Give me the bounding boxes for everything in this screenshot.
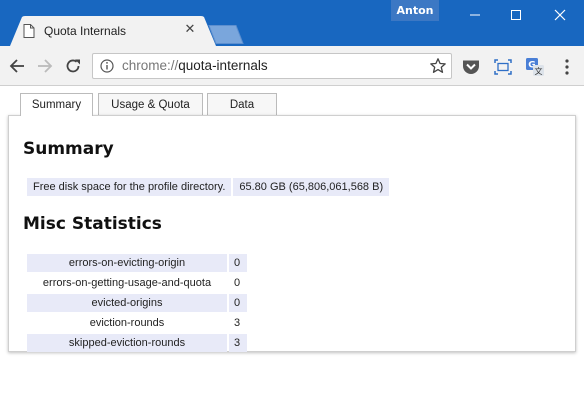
star-icon[interactable] [429, 57, 447, 75]
screen-capture-icon [494, 59, 512, 75]
pocket-button[interactable] [460, 56, 482, 78]
stat-key: errors-on-getting-usage-and-quota [27, 274, 227, 292]
reload-button[interactable] [62, 55, 84, 77]
stat-value: 0 [229, 294, 247, 312]
title-bar: Anton Quota Internals ✕ [0, 0, 584, 46]
stat-key: errors-on-evicting-origin [27, 254, 227, 272]
menu-button[interactable] [556, 56, 578, 78]
maximize-icon [511, 10, 521, 20]
back-button[interactable] [6, 55, 28, 77]
summary-label: Free disk space for the profile director… [27, 178, 232, 196]
screen-capture-button[interactable] [492, 56, 514, 78]
forward-button[interactable] [34, 55, 56, 77]
maximize-button[interactable] [496, 0, 536, 30]
back-arrow-icon [9, 59, 24, 73]
summary-table: Free disk space for the profile director… [25, 176, 391, 198]
table-row: evicted-origins 0 [27, 294, 247, 312]
url-scheme: chrome:// [122, 58, 179, 73]
translate-icon: G 文 [526, 58, 544, 76]
info-icon[interactable] [100, 59, 114, 73]
reload-icon [66, 59, 80, 73]
profile-badge[interactable]: Anton [391, 0, 439, 21]
table-row: errors-on-getting-usage-and-quota 0 [27, 274, 247, 292]
stat-value: 0 [229, 254, 247, 272]
stat-value: 0 [229, 274, 247, 292]
stat-key: evicted-origins [27, 294, 227, 312]
page-icon [23, 24, 35, 38]
table-row: skipped-eviction-rounds 3 [27, 334, 247, 352]
close-window-button[interactable] [540, 0, 580, 30]
forward-arrow-icon [38, 59, 53, 73]
browser-tab-title: Quota Internals [44, 24, 127, 38]
minimize-button[interactable] [455, 0, 495, 30]
stat-key: skipped-eviction-rounds [27, 334, 227, 352]
minimize-icon [470, 14, 480, 16]
tab-data[interactable]: Data [207, 93, 277, 115]
misc-statistics-heading: Misc Statistics [23, 214, 162, 234]
page-content: Summary Usage & Quota Data Summary Free … [0, 86, 584, 398]
new-tab-button[interactable] [208, 25, 244, 44]
stat-key: eviction-rounds [27, 314, 227, 332]
browser-toolbar: chrome://quota-internals G 文 [0, 46, 584, 86]
url-host: quota-internals [178, 58, 268, 73]
tab-summary[interactable]: Summary [20, 93, 93, 116]
table-row: Free disk space for the profile director… [27, 178, 390, 196]
tab-close-button[interactable]: ✕ [182, 22, 198, 38]
kebab-menu-icon [565, 59, 569, 75]
close-icon [554, 9, 566, 21]
stat-value: 3 [229, 314, 247, 332]
table-row: errors-on-evicting-origin 0 [27, 254, 247, 272]
summary-heading: Summary [23, 139, 114, 159]
summary-value: 65.80 GB (65,806,061,568 B) [233, 178, 390, 196]
pocket-icon [463, 60, 479, 74]
stat-value: 3 [229, 334, 247, 352]
tab-usage-and-quota[interactable]: Usage & Quota [98, 93, 203, 115]
address-bar[interactable]: chrome://quota-internals [92, 53, 452, 79]
summary-panel: Summary Free disk space for the profile … [8, 115, 576, 352]
table-row: eviction-rounds 3 [27, 314, 247, 332]
misc-statistics-table: errors-on-evicting-origin 0 errors-on-ge… [25, 252, 249, 354]
translate-button[interactable]: G 文 [524, 56, 546, 78]
svg-text:文: 文 [535, 66, 543, 76]
url-text[interactable]: chrome://quota-internals [122, 58, 268, 73]
